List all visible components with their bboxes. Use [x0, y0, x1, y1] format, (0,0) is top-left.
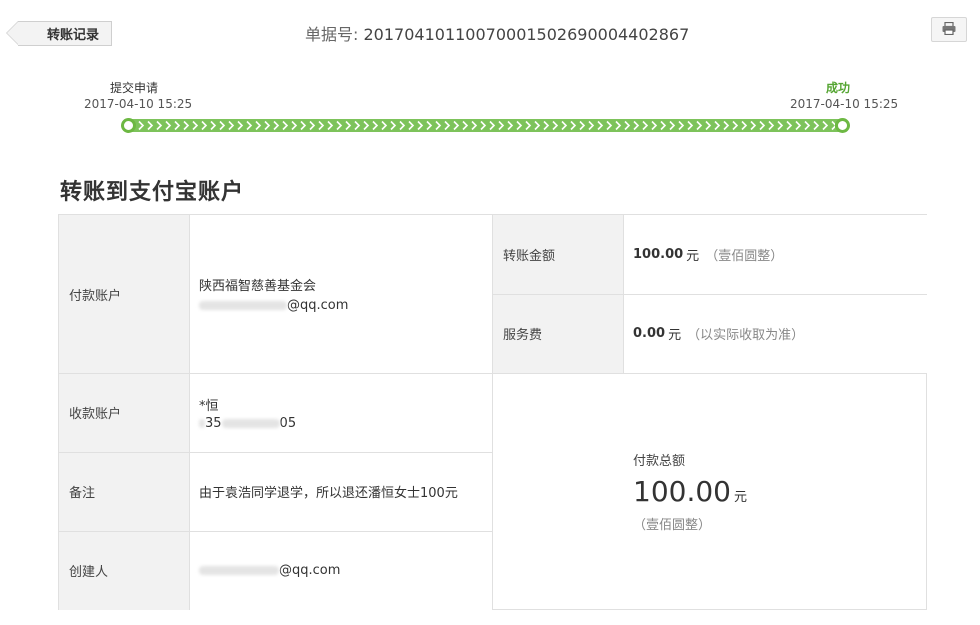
order-number-label: 单据号:	[305, 25, 359, 44]
fee-unit: 元	[668, 328, 682, 343]
payer-name: 陕西福智慈善基金会	[199, 279, 317, 294]
payer-email: @qq.com	[199, 298, 493, 313]
amount-label: 转账金额	[493, 215, 623, 294]
amount-unit: 元	[686, 249, 700, 264]
total-amount: 100.00 元	[633, 475, 927, 508]
order-number: 单据号: 20170410110070001502690004402867	[305, 21, 689, 45]
amount-value: 100.00 元 （壹佰圆整）	[623, 215, 927, 294]
payee-label: 收款账户	[59, 373, 189, 452]
note-label-text: 备注	[69, 486, 96, 501]
fee-note: （以实际收取为准）	[687, 328, 805, 343]
payee-phone-suffix: 05	[279, 415, 297, 431]
order-number-value: 20170410110070001502690004402867	[363, 25, 690, 44]
creator-email-redacted	[199, 566, 279, 575]
payer-label: 付款账户	[59, 215, 189, 373]
total-upper: （壹佰圆整）	[633, 518, 712, 533]
print-button[interactable]	[931, 17, 967, 42]
progress-end-node	[835, 118, 850, 133]
fee-value: 0.00 元 （以实际收取为准）	[623, 294, 927, 373]
back-to-transfer-records-button[interactable]: 转账记录	[6, 21, 112, 46]
total-label: 付款总额	[633, 454, 686, 469]
payee-name: *恒	[199, 398, 219, 414]
payee-label-text: 收款账户	[69, 407, 122, 422]
creator-email-suffix: @qq.com	[279, 563, 341, 578]
note-label: 备注	[59, 452, 189, 531]
note-value: 由于袁浩同学退学，所以退还潘恒女士100元	[189, 452, 493, 531]
amount-upper: （壹佰圆整）	[705, 249, 784, 264]
progress-start-node	[121, 118, 136, 133]
payee-value: *恒 35 05	[189, 373, 493, 452]
divider	[189, 215, 190, 610]
divider	[492, 215, 493, 610]
payer-email-suffix: @qq.com	[287, 298, 349, 313]
step-submit-time: 2017-04-10 15:25	[84, 97, 193, 111]
section-title: 转账到支付宝账户	[60, 180, 245, 205]
amount-label-text: 转账金额	[503, 249, 556, 264]
step-success-time: 2017-04-10 15:25	[790, 97, 899, 111]
printer-icon	[942, 20, 956, 39]
creator-email: @qq.com	[199, 563, 493, 578]
transfer-detail-table: 付款账户 陕西福智慈善基金会 @qq.com 转账金额 100.00 元 （壹佰…	[58, 214, 927, 610]
divider	[59, 531, 493, 532]
total-number: 100.00	[633, 475, 731, 508]
payee-phone: 35 05	[199, 416, 493, 431]
progress-track	[128, 119, 843, 132]
payer-label-text: 付款账户	[69, 288, 122, 304]
fee-label-text: 服务费	[503, 328, 543, 343]
step-success-label: 成功	[826, 81, 851, 95]
total-unit: 元	[733, 490, 747, 505]
payee-phone-redacted	[221, 418, 280, 428]
back-button-label: 转账记录	[46, 28, 99, 43]
step-submit-label: 提交申请	[110, 81, 159, 95]
fee-label: 服务费	[493, 294, 623, 373]
amount-number: 100.00	[633, 247, 684, 262]
note-text: 由于袁浩同学退学，所以退还潘恒女士100元	[199, 486, 458, 501]
payee-phone-mid: 35	[205, 415, 222, 431]
total-amount-panel: 付款总额 100.00 元 （壹佰圆整）	[493, 373, 927, 610]
divider	[493, 294, 927, 295]
divider	[59, 373, 927, 374]
creator-value: @qq.com	[189, 531, 493, 610]
payee-phone-redacted-start	[199, 418, 205, 428]
creator-label: 创建人	[59, 531, 189, 610]
payer-email-redacted	[199, 301, 287, 310]
creator-label-text: 创建人	[69, 565, 109, 580]
divider	[59, 452, 493, 453]
payer-value: 陕西福智慈善基金会 @qq.com	[189, 215, 493, 373]
fee-number: 0.00	[633, 326, 666, 341]
